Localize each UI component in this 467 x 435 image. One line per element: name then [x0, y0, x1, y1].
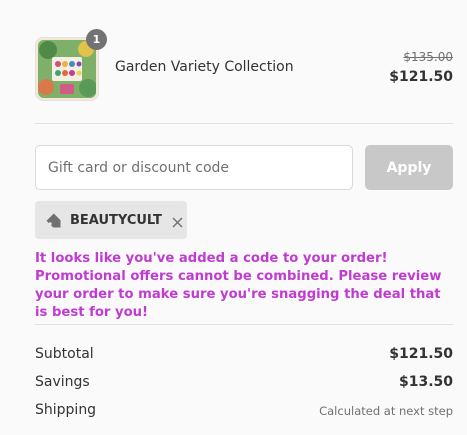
product-thumbnail: 1: [35, 29, 107, 101]
quantity-badge: 1: [86, 29, 107, 50]
savings-value: $13.50: [398, 374, 453, 390]
subtotal-label: Subtotal: [35, 346, 94, 362]
subtotal-value: $121.50: [389, 346, 453, 362]
original-price: $135.00: [403, 50, 453, 64]
discount-code-label: BEAUTYCULT: [70, 212, 162, 228]
applied-discount-tag: BEAUTYCULT: [35, 201, 187, 239]
savings-label: Savings: [35, 374, 90, 390]
discount-code-input[interactable]: [35, 145, 353, 190]
shipping-row: Shipping Calculated at next step: [35, 402, 453, 422]
promo-warning-message: It looks like you've added a code to you…: [35, 251, 442, 320]
apply-button[interactable]: Apply: [365, 145, 453, 190]
item-price: $121.50: [389, 69, 453, 85]
savings-row: Savings $13.50: [35, 374, 453, 394]
product-image: [38, 40, 96, 98]
shipping-value: Calculated at next step: [319, 404, 453, 418]
subtotal-row: Subtotal $121.50: [35, 346, 453, 366]
cart-line-item: 1 Garden Variety Collection $135.00 $121…: [35, 29, 453, 101]
shipping-label: Shipping: [35, 402, 97, 418]
close-icon[interactable]: [171, 214, 184, 227]
divider: [35, 123, 453, 124]
divider: [35, 324, 453, 325]
product-name: Garden Variety Collection: [115, 59, 294, 75]
tag-icon: [45, 212, 62, 229]
